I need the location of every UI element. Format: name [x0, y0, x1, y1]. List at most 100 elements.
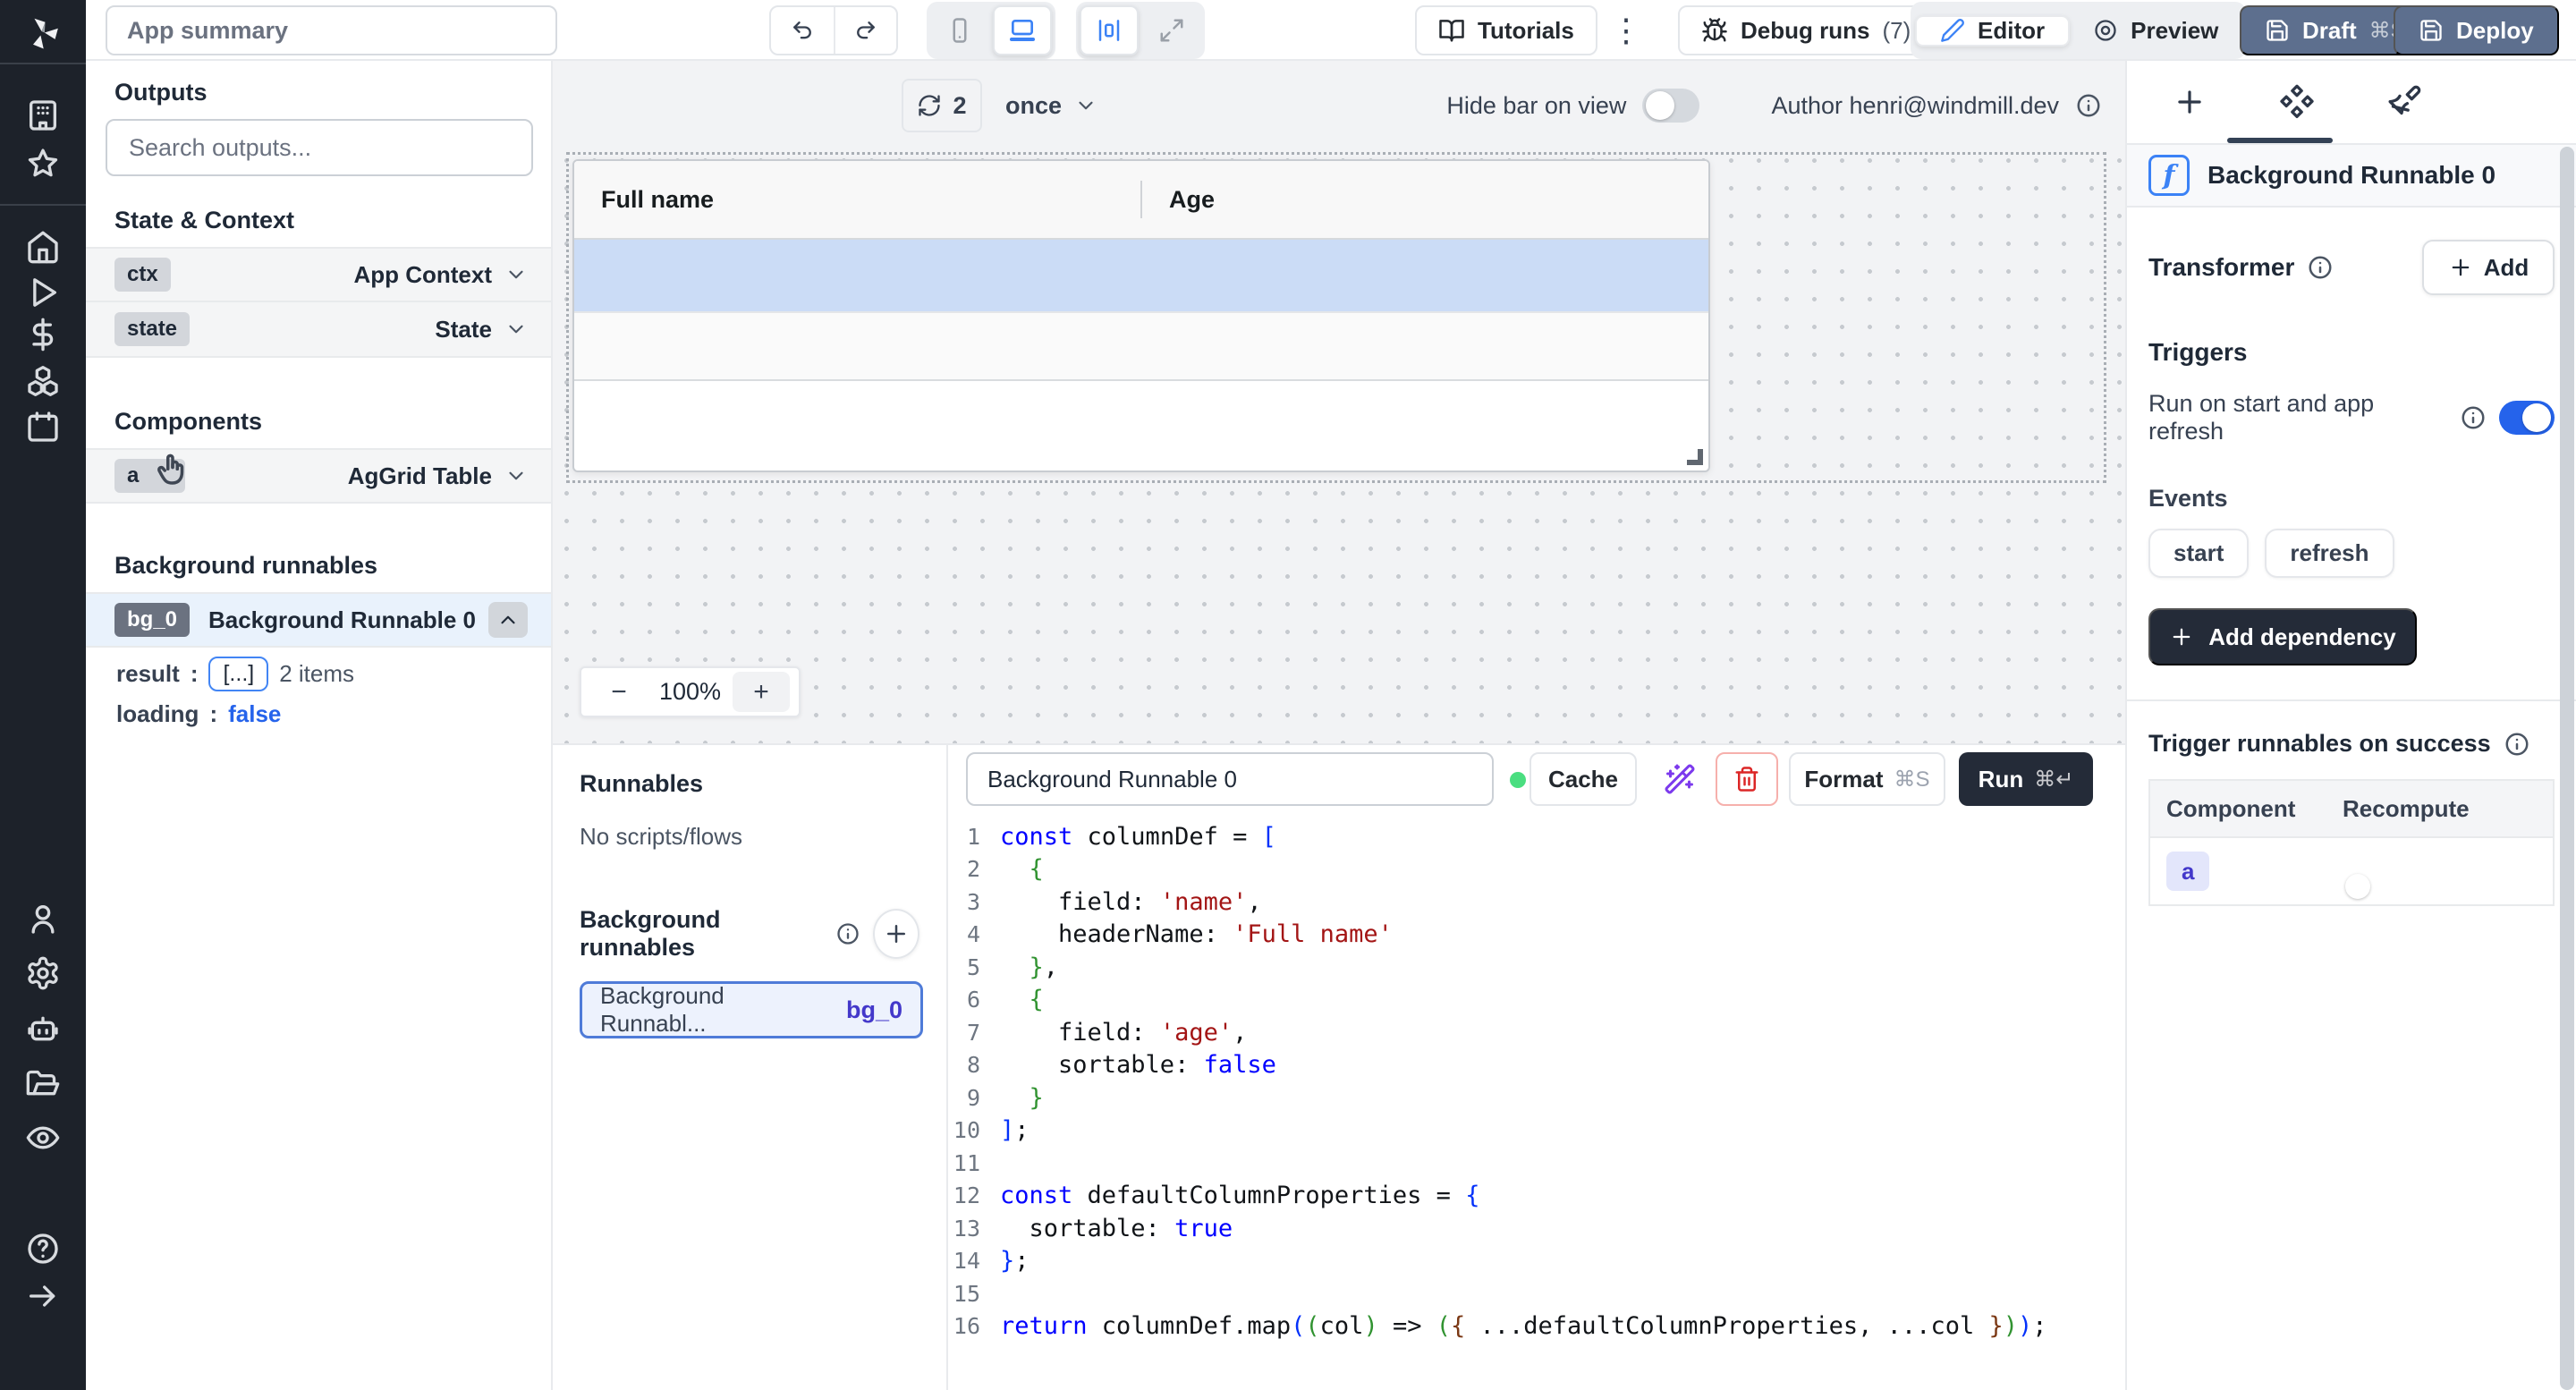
chevron-down-icon[interactable]	[504, 464, 528, 487]
code-line[interactable]: 5 },	[948, 951, 2125, 984]
cache-button[interactable]: Cache	[1530, 752, 1637, 806]
add-dependency-button[interactable]: Add dependency	[2148, 608, 2417, 665]
scrollbar[interactable]	[2560, 147, 2574, 1390]
delete-runnable-button[interactable]	[1716, 752, 1778, 806]
code-line[interactable]: 8 sortable: false	[948, 1049, 2125, 1082]
output-row-bg0[interactable]: bg_0 Background Runnable 0	[86, 592, 551, 648]
windmill-logo[interactable]	[0, 9, 86, 59]
output-row-component-a[interactable]: a AgGrid Table	[86, 448, 551, 504]
sidebar-item-home[interactable]	[0, 222, 86, 272]
run-button[interactable]: Run ⌘↵	[1959, 752, 2093, 806]
transformer-row: Transformer Add	[2148, 240, 2555, 295]
function-icon: f	[2148, 155, 2190, 196]
runnable-settings-title: Background Runnable 0	[2207, 161, 2496, 190]
runnable-name-input[interactable]	[966, 752, 1494, 806]
resize-handle[interactable]	[1687, 449, 1703, 465]
sidebar-item-resources[interactable]	[0, 356, 86, 406]
refresh-count-button[interactable]: 2	[902, 79, 982, 132]
sidebar-item-users[interactable]	[0, 894, 86, 944]
output-row-ctx[interactable]: ctx App Context	[86, 247, 551, 302]
building-icon	[25, 97, 61, 133]
chevron-down-icon[interactable]	[504, 263, 528, 286]
table-row[interactable]	[574, 311, 1708, 381]
zoom-in-button[interactable]: +	[733, 672, 790, 712]
center-align-button[interactable]	[1080, 5, 1139, 55]
code-line[interactable]: 14};	[948, 1245, 2125, 1278]
draft-label: Draft	[2302, 17, 2357, 45]
line-number: 15	[948, 1281, 987, 1307]
sidebar-item-workspace[interactable]	[0, 90, 86, 140]
add-transformer-button[interactable]: Add	[2422, 240, 2555, 295]
table-header-full-name[interactable]: Full name	[574, 186, 1140, 214]
code-line[interactable]: 12const defaultColumnProperties = {	[948, 1180, 2125, 1213]
sidebar-item-folders[interactable]	[0, 1058, 86, 1108]
styling-tab[interactable]	[2385, 82, 2424, 122]
code-line[interactable]: 7 field: 'age',	[948, 1016, 2125, 1049]
code-line[interactable]: 1const columnDef = [	[948, 820, 2125, 853]
info-icon[interactable]	[2504, 731, 2530, 758]
editor-tab[interactable]: Editor	[1915, 15, 2070, 47]
ai-wand-icon[interactable]	[1664, 763, 1696, 795]
undo-button[interactable]	[771, 7, 834, 54]
mobile-view-button[interactable]	[930, 5, 989, 55]
author-group: Author henri@windmill.dev	[1771, 92, 2102, 120]
eye-icon	[25, 1120, 61, 1156]
aggrid-table-component[interactable]: Full name Age	[572, 159, 1710, 472]
tutorials-button[interactable]: Tutorials	[1415, 5, 1597, 55]
code-line[interactable]: 16return columnDef.map((col) => ({ ...de…	[948, 1310, 2125, 1343]
info-icon[interactable]	[835, 921, 860, 946]
table-header-age[interactable]: Age	[1142, 186, 1215, 214]
info-icon[interactable]	[2075, 92, 2102, 119]
output-row-state[interactable]: state State	[86, 302, 551, 358]
code-line[interactable]: 6 {	[948, 984, 2125, 1017]
insert-tab[interactable]	[2170, 82, 2209, 122]
code-line[interactable]: 13 sortable: true	[948, 1212, 2125, 1245]
line-number: 2	[948, 856, 987, 882]
app-summary-input[interactable]	[106, 5, 557, 55]
result-expand-box[interactable]: [...]	[208, 657, 268, 691]
sidebar-collapse-arrow[interactable]	[0, 1271, 86, 1321]
code-line[interactable]: 10];	[948, 1115, 2125, 1148]
more-options-button[interactable]: ⋮	[1610, 5, 1646, 55]
info-icon[interactable]	[2460, 404, 2487, 431]
hide-bar-toggle[interactable]	[1642, 89, 1699, 123]
zoom-out-button[interactable]: −	[590, 677, 648, 708]
code-line[interactable]: 15	[948, 1277, 2125, 1310]
code-line[interactable]: 3 field: 'name',	[948, 886, 2125, 919]
sidebar-item-audit[interactable]	[0, 1113, 86, 1163]
format-button[interactable]: Format ⌘S	[1789, 752, 1945, 806]
line-number: 11	[948, 1150, 987, 1176]
code-line[interactable]: 2 {	[948, 853, 2125, 886]
expand-canvas-button[interactable]	[1142, 5, 1201, 55]
run-on-start-toggle[interactable]	[2499, 401, 2555, 435]
sidebar-item-variables[interactable]	[0, 309, 86, 360]
sidebar-item-schedules[interactable]	[0, 402, 86, 452]
desktop-view-button[interactable]	[993, 5, 1052, 55]
debug-runs-button[interactable]: Debug runs (7)	[1678, 5, 1934, 55]
table-row-selected[interactable]	[574, 240, 1708, 311]
background-runnable-item[interactable]: Background Runnabl... bg_0	[580, 981, 923, 1038]
code-area[interactable]: 1const columnDef = [2 {3 field: 'name',4…	[948, 820, 2125, 1390]
sidebar-item-help[interactable]	[0, 1224, 86, 1274]
ctx-badge: ctx	[114, 258, 171, 292]
section-divider	[2127, 699, 2576, 701]
code-line[interactable]: 9 }	[948, 1081, 2125, 1115]
sidebar-item-workers[interactable]	[0, 1004, 86, 1054]
chevron-down-icon[interactable]	[504, 318, 528, 341]
maximize-icon	[1158, 17, 1185, 44]
preview-tab[interactable]: Preview	[2070, 17, 2241, 45]
sidebar-item-favorites[interactable]	[0, 140, 86, 190]
redo-button[interactable]	[834, 7, 896, 54]
code-line[interactable]: 11	[948, 1147, 2125, 1180]
collapse-bg0-button[interactable]	[488, 602, 528, 638]
settings-tab[interactable]	[2277, 82, 2317, 122]
info-icon[interactable]	[2307, 254, 2334, 281]
app-canvas[interactable]: 2 once Hide bar on view Author henri@win…	[553, 61, 2125, 743]
frequency-dropdown[interactable]: once	[1005, 79, 1097, 132]
code-line[interactable]: 4 headerName: 'Full name'	[948, 919, 2125, 952]
author-label: Author henri@windmill.dev	[1771, 92, 2059, 120]
deploy-button[interactable]: Deploy	[2394, 5, 2559, 55]
search-outputs-input[interactable]	[106, 119, 533, 176]
sidebar-item-settings[interactable]	[0, 948, 86, 998]
add-background-runnable-button[interactable]	[873, 909, 919, 959]
